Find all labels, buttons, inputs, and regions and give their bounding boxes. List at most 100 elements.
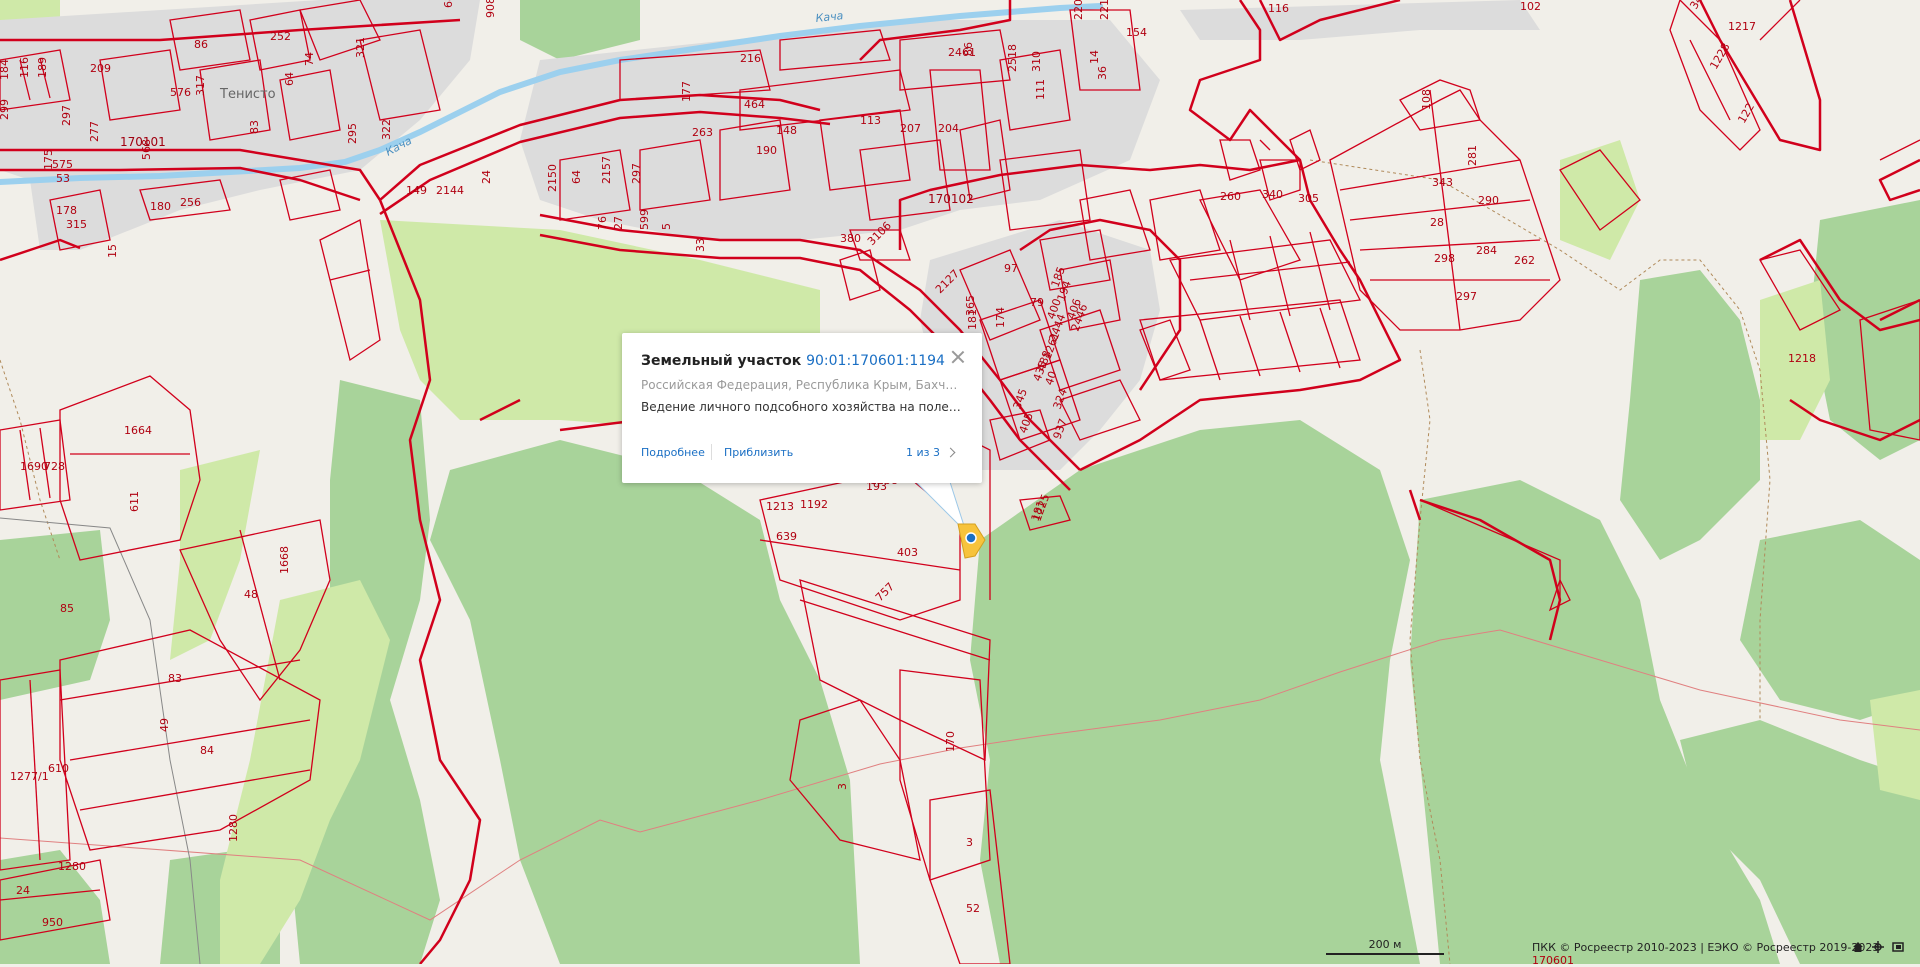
- parcel-number-label[interactable]: 49: [158, 718, 171, 732]
- parcel-number-label[interactable]: 24: [480, 170, 493, 184]
- parcel-number-label[interactable]: 260: [1220, 190, 1241, 203]
- parcel-number-label[interactable]: 64: [283, 72, 296, 86]
- parcel-number-label[interactable]: 464: [744, 98, 765, 111]
- parcel-number-label[interactable]: 86: [194, 38, 208, 51]
- parcel-number-label[interactable]: 3: [966, 836, 973, 849]
- parcel-number-label[interactable]: 1664: [124, 424, 152, 437]
- parcel-number-label[interactable]: 2518: [1006, 44, 1019, 72]
- parcel-number-label[interactable]: 86: [962, 42, 975, 56]
- parcel-number-label[interactable]: 190: [756, 144, 777, 157]
- parcel-number-label[interactable]: 310: [1030, 51, 1043, 72]
- parcel-number-label[interactable]: 1280: [227, 814, 240, 842]
- parcel-number-label[interactable]: 116: [1268, 2, 1289, 15]
- parcel-number-label[interactable]: 343: [1432, 176, 1453, 189]
- parcel-number-label[interactable]: 2157: [600, 156, 613, 184]
- parcel-number-label[interactable]: 83: [168, 672, 182, 685]
- parcel-number-label[interactable]: 639: [776, 530, 797, 543]
- parcel-number-label[interactable]: 1217: [1728, 20, 1756, 33]
- parcel-number-label[interactable]: 170: [944, 731, 957, 752]
- parcel-number-label[interactable]: 728: [44, 460, 65, 473]
- parcel-number-label[interactable]: 340: [1262, 188, 1283, 201]
- parcel-number-label[interactable]: 576: [170, 86, 191, 99]
- parcel-number-label[interactable]: 317: [194, 75, 207, 96]
- parcel-number-label[interactable]: 83: [248, 120, 261, 134]
- parcel-number-label[interactable]: 1668: [278, 546, 291, 574]
- details-link[interactable]: Подробнее: [641, 446, 705, 459]
- parcel-number-label[interactable]: 1277/1: [10, 770, 49, 783]
- parcel-number-label[interactable]: 53: [56, 172, 70, 185]
- parcel-number-label[interactable]: 113: [860, 114, 881, 127]
- parcel-number-label[interactable]: 33: [694, 238, 707, 252]
- parcel-number-label[interactable]: 48: [244, 588, 258, 601]
- parcel-number-label[interactable]: 298: [1434, 252, 1455, 265]
- parcel-number-label[interactable]: 178: [56, 204, 77, 217]
- parcel-number-label[interactable]: 207: [900, 122, 921, 135]
- parcel-number-label[interactable]: 180: [150, 200, 171, 213]
- parcel-number-label[interactable]: 216: [740, 52, 761, 65]
- parcel-number-label[interactable]: 111: [1034, 79, 1047, 100]
- parcel-number-label[interactable]: 305: [1298, 192, 1319, 205]
- parcel-number-label[interactable]: 297: [60, 105, 73, 126]
- parcel-number-label[interactable]: 85: [60, 602, 74, 615]
- parcel-number-label[interactable]: 64: [570, 170, 583, 184]
- parcel-number-label[interactable]: 2211: [1098, 0, 1111, 20]
- parcel-number-label[interactable]: 5: [660, 223, 673, 230]
- parcel-number-label[interactable]: 149: [406, 184, 427, 197]
- parcel-number-label[interactable]: 299: [0, 99, 11, 120]
- parcel-number-label[interactable]: 252: [270, 30, 291, 43]
- parcel-number-label[interactable]: 68: [442, 0, 455, 8]
- parcel-number-label[interactable]: 79: [1030, 296, 1044, 309]
- parcel-number-label[interactable]: 575: [52, 158, 73, 171]
- parcel-number-label[interactable]: 184: [0, 59, 11, 80]
- parcel-number-label[interactable]: 403: [897, 546, 918, 559]
- zoom-link[interactable]: Приблизить: [724, 446, 793, 459]
- parcel-number-label[interactable]: 297: [1456, 290, 1477, 303]
- parcel-number-label[interactable]: 189: [36, 57, 49, 78]
- parcel-number-label[interactable]: 154: [1126, 26, 1147, 39]
- parcel-number-label[interactable]: 2206: [1072, 0, 1085, 20]
- parcel-number-label[interactable]: 76: [596, 216, 609, 230]
- parcel-number-label[interactable]: 950: [42, 916, 63, 929]
- chevron-right-icon[interactable]: [946, 446, 958, 460]
- parcel-number-label[interactable]: 284: [1476, 244, 1497, 257]
- parcel-number-label[interactable]: 380: [840, 232, 861, 245]
- parcel-number-label[interactable]: 3: [836, 783, 849, 790]
- parcel-number-label[interactable]: 174: [994, 307, 1007, 328]
- parcel-number-label[interactable]: 1218: [1788, 352, 1816, 365]
- parcel-number-label[interactable]: 24: [16, 884, 30, 897]
- parcel-number-label[interactable]: 321: [354, 37, 367, 58]
- parcel-number-label[interactable]: 15: [106, 244, 119, 258]
- parcel-number-label[interactable]: 568: [140, 139, 153, 160]
- parcel-number-label[interactable]: 14: [1088, 50, 1101, 64]
- parcel-number-label[interactable]: 36: [1096, 66, 1109, 80]
- parcel-number-label[interactable]: 277: [88, 121, 101, 142]
- parcel-number-label[interactable]: 84: [200, 744, 214, 757]
- parcel-number-label[interactable]: 610: [48, 762, 69, 775]
- parcel-number-label[interactable]: 263: [692, 126, 713, 139]
- parcel-number-label[interactable]: 1280: [58, 860, 86, 873]
- parcel-number-label[interactable]: 2144: [436, 184, 464, 197]
- parcel-number-label[interactable]: 28: [1430, 216, 1444, 229]
- parcel-number-label[interactable]: 204: [938, 122, 959, 135]
- parcel-number-label[interactable]: 27: [612, 216, 625, 230]
- parcel-number-label[interactable]: 116: [18, 57, 31, 78]
- parcel-number-label[interactable]: 262: [1514, 254, 1535, 267]
- parcel-number-label[interactable]: 322: [380, 119, 393, 140]
- parcel-number-label[interactable]: 102: [1520, 0, 1541, 13]
- parcel-number-label[interactable]: 611: [128, 491, 141, 512]
- crosshair-icon[interactable]: [1871, 940, 1885, 954]
- parcel-number-label[interactable]: 256: [180, 196, 201, 209]
- parcel-number-label[interactable]: 297: [630, 163, 643, 184]
- parcel-number-label[interactable]: 108: [1420, 89, 1433, 110]
- parcel-number-label[interactable]: 177: [680, 81, 693, 102]
- parcel-number-label[interactable]: 1213: [766, 500, 794, 513]
- parcel-number-label[interactable]: 181: [966, 309, 979, 330]
- parcel-number-label[interactable]: 1192: [800, 498, 828, 511]
- parcel-number-label[interactable]: 2150: [546, 164, 559, 192]
- parcel-number-label[interactable]: 209: [90, 62, 111, 75]
- parcel-number-label[interactable]: 148: [776, 124, 797, 137]
- parcel-number-label[interactable]: 281: [1466, 145, 1479, 166]
- parcel-number-label[interactable]: 599: [638, 209, 651, 230]
- parcel-number-label[interactable]: 74: [303, 52, 316, 66]
- home-icon[interactable]: [1851, 940, 1865, 954]
